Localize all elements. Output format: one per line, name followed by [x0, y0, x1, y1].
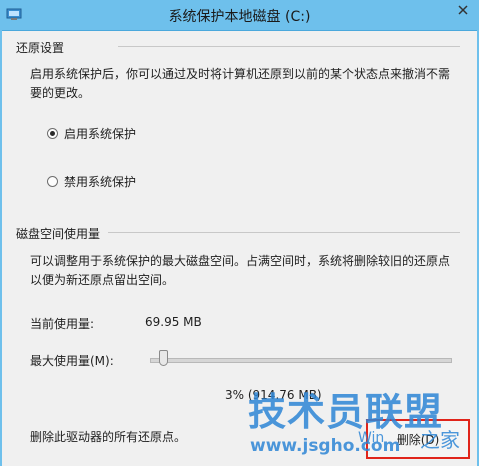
disk-usage-description: 可以调整用于系统保护的最大磁盘空间。占满空间时，系统将删除较旧的还原点 以便为新…	[30, 252, 450, 290]
watermark-home: 之家	[420, 428, 460, 452]
restore-description: 启用系统保护后，你可以通过及时将计算机还原到以前的某个状态点来撤消不需 要的更改…	[30, 65, 450, 103]
enable-protection-radio[interactable]: 启用系统保护	[47, 125, 136, 142]
max-usage-slider-thumb[interactable]	[158, 350, 168, 366]
disable-protection-label: 禁用系统保护	[64, 175, 137, 189]
current-usage-label: 当前使用量:	[30, 317, 95, 331]
close-button[interactable]	[449, 0, 476, 20]
window-border-left	[0, 30, 2, 466]
disable-protection-radio[interactable]: 禁用系统保护	[47, 173, 136, 190]
disk-usage-header: 磁盘空间使用量	[16, 227, 101, 241]
restore-description-line1: 启用系统保护后，你可以通过及时将计算机还原到以前的某个状态点来撤消不需	[30, 67, 451, 81]
window-title: 系统保护本地磁盘 (C:)	[168, 9, 311, 25]
restore-description-line2: 要的更改。	[30, 86, 91, 100]
title-bar: 系统保护本地磁盘 (C:)	[0, 0, 479, 31]
radio-unchecked-icon	[47, 176, 58, 187]
watermark-text: 技术员联盟	[248, 390, 444, 434]
enable-protection-label: 启用系统保护	[64, 127, 137, 141]
disk-usage-divider	[108, 232, 460, 233]
radio-checked-icon	[47, 128, 58, 139]
current-usage-value: 69.95 MB	[145, 315, 202, 329]
max-usage-slider-track[interactable]	[150, 358, 452, 363]
restore-settings-divider	[118, 46, 460, 47]
restore-settings-header: 还原设置	[16, 41, 65, 55]
close-icon	[457, 5, 468, 15]
max-usage-label: 最大使用量(M):	[30, 354, 114, 368]
delete-description: 删除此驱动器的所有还原点。	[30, 430, 187, 444]
watermark-url: www.jsgho.com	[250, 436, 401, 456]
disk-usage-description-line1: 可以调整用于系统保护的最大磁盘空间。占满空间时，系统将删除较旧的还原点	[30, 254, 451, 268]
disk-usage-description-line2: 以便为新还原点留出空间。	[30, 273, 175, 287]
